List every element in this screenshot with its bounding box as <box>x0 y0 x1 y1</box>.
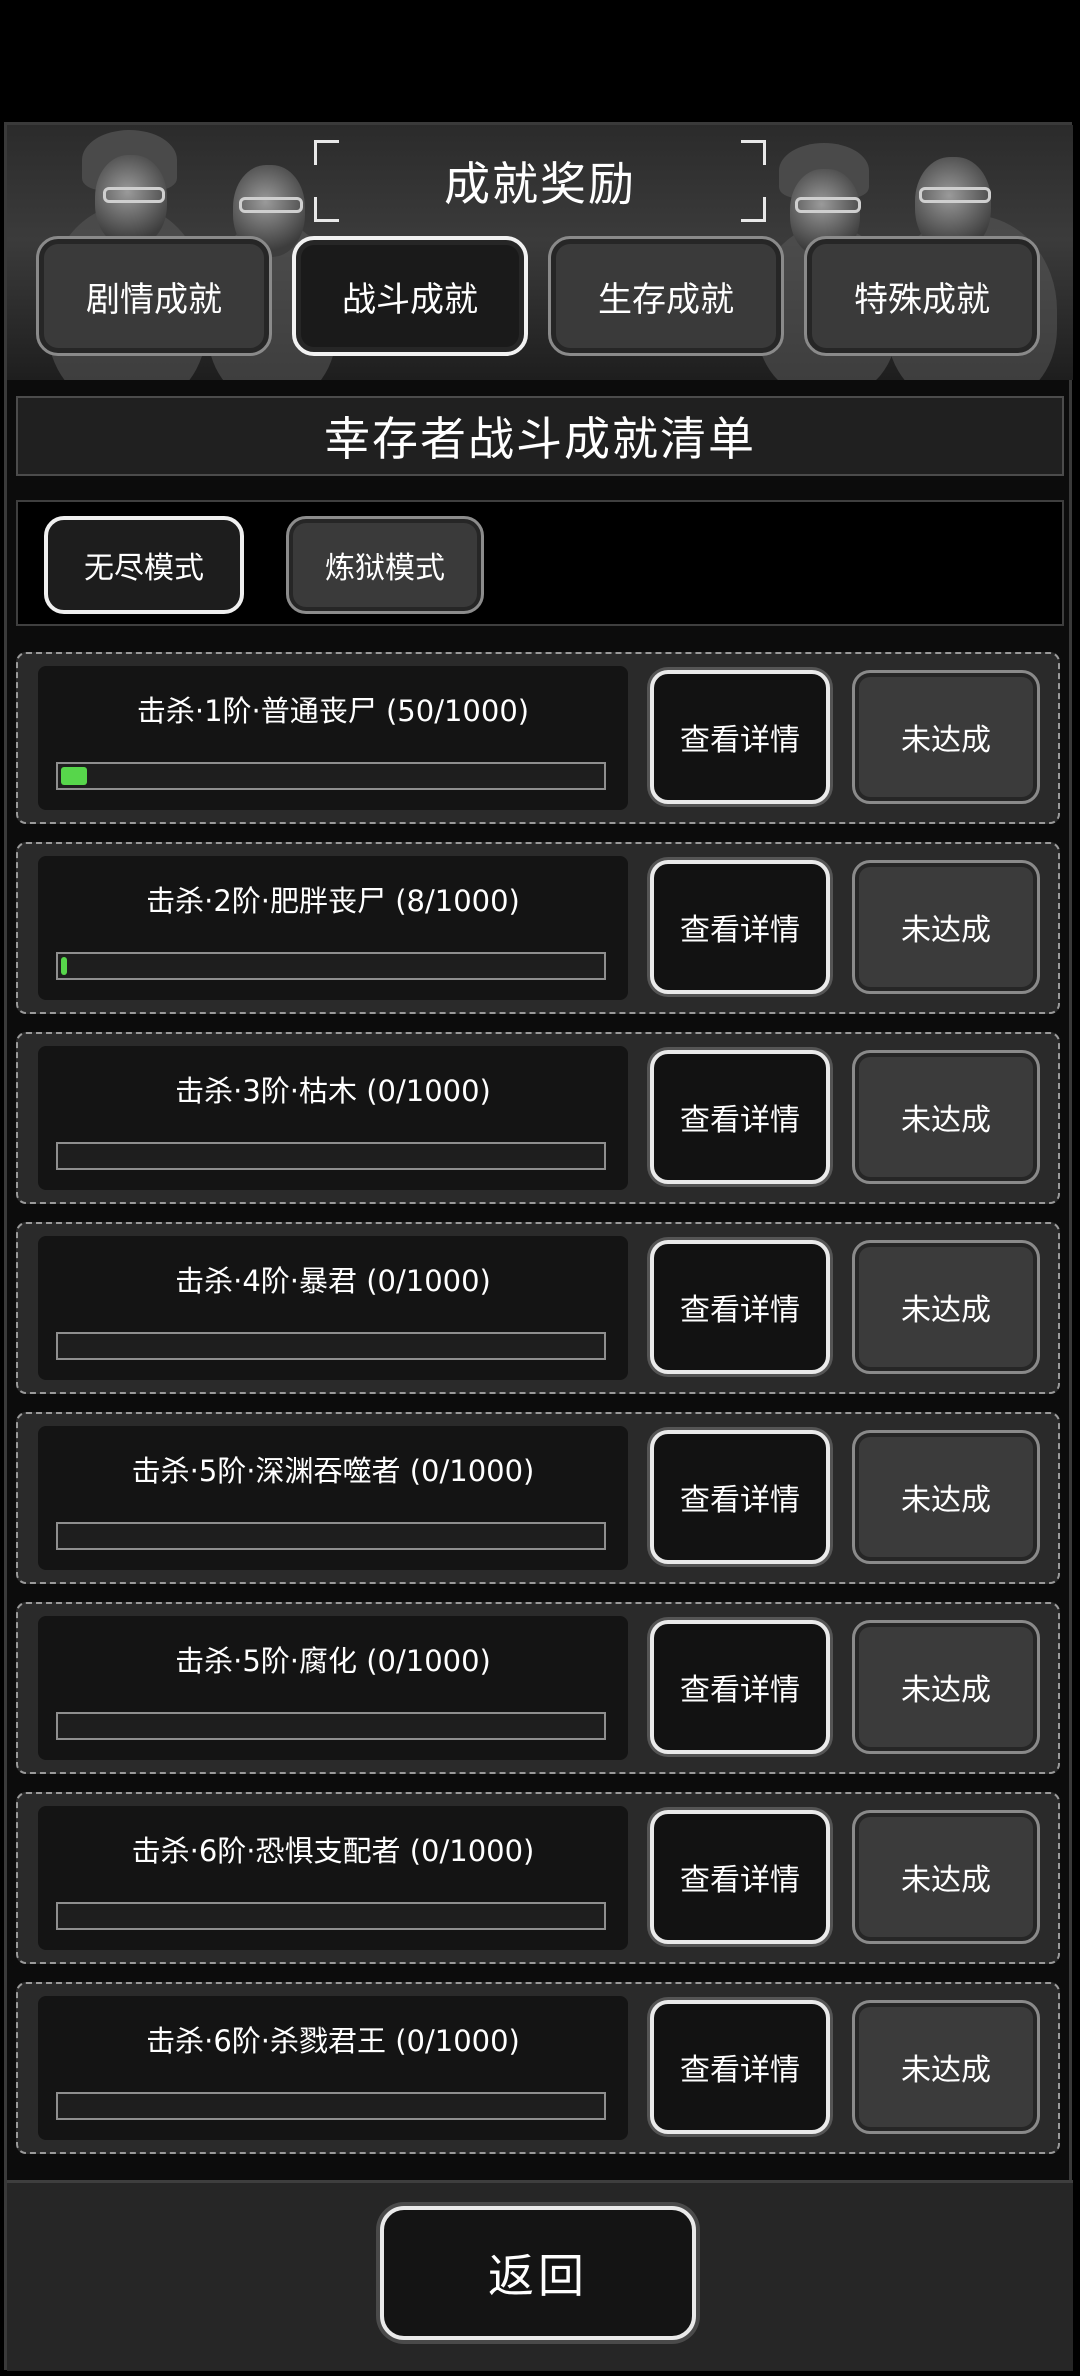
achievement-name: 击杀·5阶·腐化 (0/1000) <box>175 1644 491 1678</box>
achievement-name: 击杀·3阶·枯木 (0/1000) <box>175 1074 491 1108</box>
tab-label: 战斗成就 <box>342 279 478 320</box>
section-title: 幸存者战斗成就清单 <box>16 396 1064 476</box>
view-details-button[interactable]: 查看详情 <box>650 670 830 804</box>
achievement-row: 击杀·5阶·腐化 (0/1000) 查看详情 未达成 <box>16 1602 1060 1774</box>
achievement-row: 击杀·4阶·暴君 (0/1000) 查看详情 未达成 <box>16 1222 1060 1394</box>
view-details-button[interactable]: 查看详情 <box>650 1050 830 1184</box>
status-button[interactable]: 未达成 <box>852 2000 1040 2134</box>
tab-special[interactable]: 特殊成就 <box>804 236 1040 356</box>
progress-fill <box>61 767 87 785</box>
tab-label: 生存成就 <box>598 279 734 320</box>
achievement-name: 击杀·5阶·深渊吞噬者 (0/1000) <box>131 1454 535 1488</box>
title-corner <box>314 197 339 222</box>
mode-label: 炼狱模式 <box>325 551 445 586</box>
back-button[interactable]: 返回 <box>380 2206 696 2340</box>
progress-bar <box>56 762 606 790</box>
achievement-info: 击杀·6阶·杀戮君王 (0/1000) <box>38 1996 628 2140</box>
tab-combat[interactable]: 战斗成就 <box>292 236 528 356</box>
achievement-row: 击杀·5阶·深渊吞噬者 (0/1000) 查看详情 未达成 <box>16 1412 1060 1584</box>
achievement-row: 击杀·1阶·普通丧尸 (50/1000) 查看详情 未达成 <box>16 652 1060 824</box>
progress-bar <box>56 1142 606 1170</box>
tab-label: 特殊成就 <box>854 279 990 320</box>
status-button[interactable]: 未达成 <box>852 1430 1040 1564</box>
mode-purgatory-button[interactable]: 炼狱模式 <box>286 516 484 614</box>
title-corner <box>314 140 339 165</box>
status-button[interactable]: 未达成 <box>852 1620 1040 1754</box>
achievement-info: 击杀·1阶·普通丧尸 (50/1000) <box>38 666 628 810</box>
page-title-text: 成就奖励 <box>444 157 636 211</box>
achievement-name: 击杀·6阶·恐惧支配者 (0/1000) <box>131 1834 535 1868</box>
status-button[interactable]: 未达成 <box>852 860 1040 994</box>
achievement-row: 击杀·6阶·恐惧支配者 (0/1000) 查看详情 未达成 <box>16 1792 1060 1964</box>
achievement-info: 击杀·5阶·深渊吞噬者 (0/1000) <box>38 1426 628 1570</box>
view-details-button[interactable]: 查看详情 <box>650 1810 830 1944</box>
status-button[interactable]: 未达成 <box>852 1050 1040 1184</box>
tab-survival[interactable]: 生存成就 <box>548 236 784 356</box>
progress-bar <box>56 2092 606 2120</box>
achievement-info: 击杀·4阶·暴君 (0/1000) <box>38 1236 628 1380</box>
achievement-info: 击杀·5阶·腐化 (0/1000) <box>38 1616 628 1760</box>
achievement-list: 击杀·1阶·普通丧尸 (50/1000) 查看详情 未达成 击杀·2阶·肥胖丧尸… <box>16 652 1064 2172</box>
view-details-button[interactable]: 查看详情 <box>650 860 830 994</box>
mode-label: 无尽模式 <box>84 551 204 586</box>
mode-endless-button[interactable]: 无尽模式 <box>44 516 244 614</box>
view-details-button[interactable]: 查看详情 <box>650 1240 830 1374</box>
achievement-row: 击杀·6阶·杀戮君王 (0/1000) 查看详情 未达成 <box>16 1982 1060 2154</box>
view-details-button[interactable]: 查看详情 <box>650 1620 830 1754</box>
view-details-button[interactable]: 查看详情 <box>650 1430 830 1564</box>
progress-bar <box>56 1332 606 1360</box>
achievement-row: 击杀·2阶·肥胖丧尸 (8/1000) 查看详情 未达成 <box>16 842 1060 1014</box>
achievement-info: 击杀·2阶·肥胖丧尸 (8/1000) <box>38 856 628 1000</box>
progress-bar <box>56 952 606 980</box>
section-title-text: 幸存者战斗成就清单 <box>324 412 756 466</box>
progress-bar <box>56 1712 606 1740</box>
achievement-info: 击杀·3阶·枯木 (0/1000) <box>38 1046 628 1190</box>
title-corner <box>741 197 766 222</box>
progress-bar <box>56 1902 606 1930</box>
progress-fill <box>61 957 67 975</box>
achievement-name: 击杀·4阶·暴君 (0/1000) <box>175 1264 491 1298</box>
achievement-name: 击杀·6阶·杀戮君王 (0/1000) <box>146 2024 520 2058</box>
achievement-name: 击杀·1阶·普通丧尸 (50/1000) <box>136 694 530 728</box>
achievement-info: 击杀·6阶·恐惧支配者 (0/1000) <box>38 1806 628 1950</box>
page-title: 成就奖励 <box>314 140 766 222</box>
status-button[interactable]: 未达成 <box>852 670 1040 804</box>
view-details-button[interactable]: 查看详情 <box>650 2000 830 2134</box>
tab-label: 剧情成就 <box>86 279 222 320</box>
status-button[interactable]: 未达成 <box>852 1810 1040 1944</box>
achievement-row: 击杀·3阶·枯木 (0/1000) 查看详情 未达成 <box>16 1032 1060 1204</box>
status-button[interactable]: 未达成 <box>852 1240 1040 1374</box>
achievement-name: 击杀·2阶·肥胖丧尸 (8/1000) <box>146 884 520 918</box>
title-corner <box>741 140 766 165</box>
tab-story[interactable]: 剧情成就 <box>36 236 272 356</box>
progress-bar <box>56 1522 606 1550</box>
